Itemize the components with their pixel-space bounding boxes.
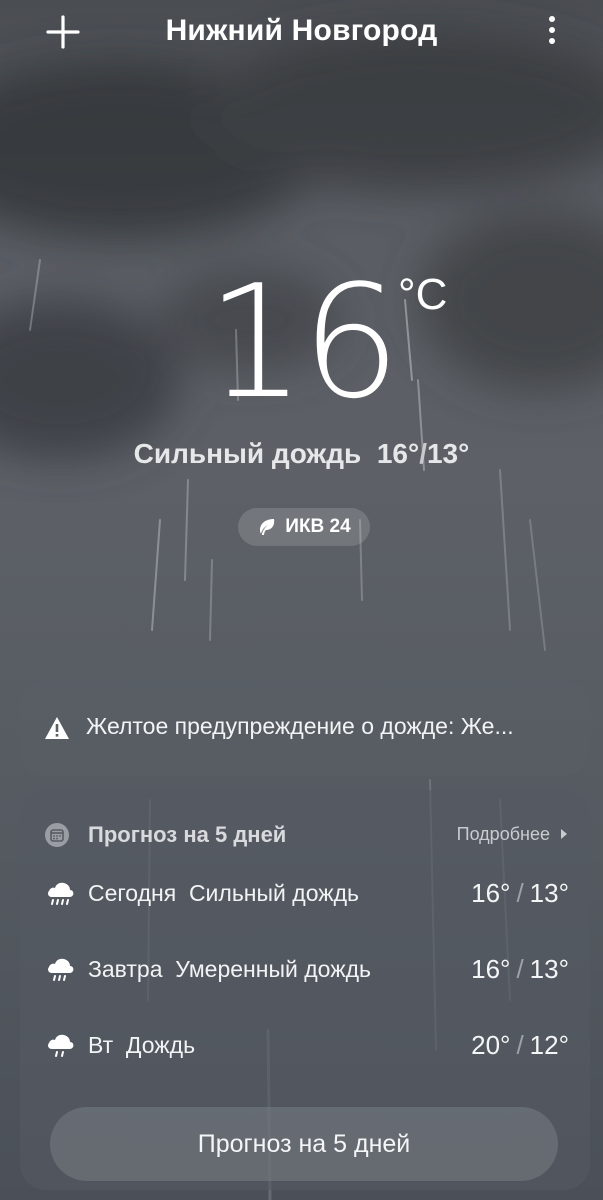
- forecast-temps: 20°/12°: [471, 1030, 569, 1061]
- day-condition: Дождь: [125, 1032, 196, 1058]
- temp-separator: /: [516, 1030, 524, 1060]
- caret-right-icon: [561, 829, 567, 839]
- day-name: Вт: [88, 1032, 114, 1058]
- leaf-icon: [260, 519, 275, 535]
- forecast-more-link[interactable]: Подробнее: [457, 824, 569, 845]
- more-label: Подробнее: [456, 824, 550, 844]
- alert-text: Желтое предупреждение о дожде: Же...: [86, 713, 514, 739]
- day-name: Сегодня: [88, 880, 177, 906]
- more-options-button[interactable]: [540, 14, 564, 48]
- weather-alert-card[interactable]: Желтое предупреждение о дожде: Же...: [20, 680, 590, 776]
- temp-separator: /: [419, 438, 427, 469]
- forecast-day-label: Вт Дождь: [88, 1032, 195, 1059]
- app-header: Нижний Новгород: [0, 0, 603, 64]
- forecast-row[interactable]: Завтра Умеренный дождь 16°/13°: [44, 952, 569, 992]
- day-low: 12°: [529, 1030, 569, 1060]
- day-low: 13°: [529, 954, 569, 984]
- temp-separator: /: [516, 878, 524, 908]
- city-title: Нижний Новгород: [165, 14, 438, 47]
- condition-text: Сильный дождь: [133, 438, 362, 469]
- forecast-day-label: Завтра Умеренный дождь: [88, 956, 371, 983]
- forecast-header: Прогноз на 5 дней Подробнее: [44, 820, 569, 852]
- high-temp: 16°: [376, 438, 420, 469]
- temp-separator: /: [516, 954, 524, 984]
- forecast-temps: 16°/13°: [471, 954, 569, 985]
- day-high: 20°: [471, 1030, 511, 1060]
- calendar-icon: [45, 823, 69, 847]
- heavy-rain-icon: [48, 882, 74, 905]
- moderate-rain-icon: [48, 958, 74, 981]
- forecast-row[interactable]: Вт Дождь 20°/12°: [44, 1028, 569, 1068]
- warning-icon: [45, 717, 69, 739]
- aqi-label: ИКВ 24: [285, 516, 351, 537]
- day-high: 16°: [471, 954, 511, 984]
- forecast-day-label: Сегодня Сильный дождь: [88, 880, 359, 907]
- rain-icon: [48, 1034, 74, 1057]
- day-low: 13°: [529, 878, 569, 908]
- forecast-temps: 16°/13°: [471, 878, 569, 909]
- temperature-unit: °C: [398, 270, 448, 319]
- forecast-row[interactable]: Сегодня Сильный дождь 16°/13°: [44, 876, 569, 916]
- aqi-badge[interactable]: ИКВ 24: [238, 508, 370, 546]
- forecast-title: Прогноз на 5 дней: [88, 822, 287, 847]
- low-temp: 13°: [426, 438, 470, 469]
- day-condition: Сильный дождь: [188, 880, 360, 906]
- five-day-forecast-button[interactable]: Прогноз на 5 дней: [50, 1107, 558, 1181]
- more-vertical-icon: [549, 16, 555, 44]
- day-condition: Умеренный дождь: [175, 956, 371, 982]
- current-condition: Сильный дождь 16°/13°: [0, 438, 603, 470]
- day-high: 16°: [471, 878, 511, 908]
- current-temperature: 16: [0, 262, 603, 422]
- temperature-value: 16: [206, 251, 401, 433]
- day-name: Завтра: [88, 956, 163, 982]
